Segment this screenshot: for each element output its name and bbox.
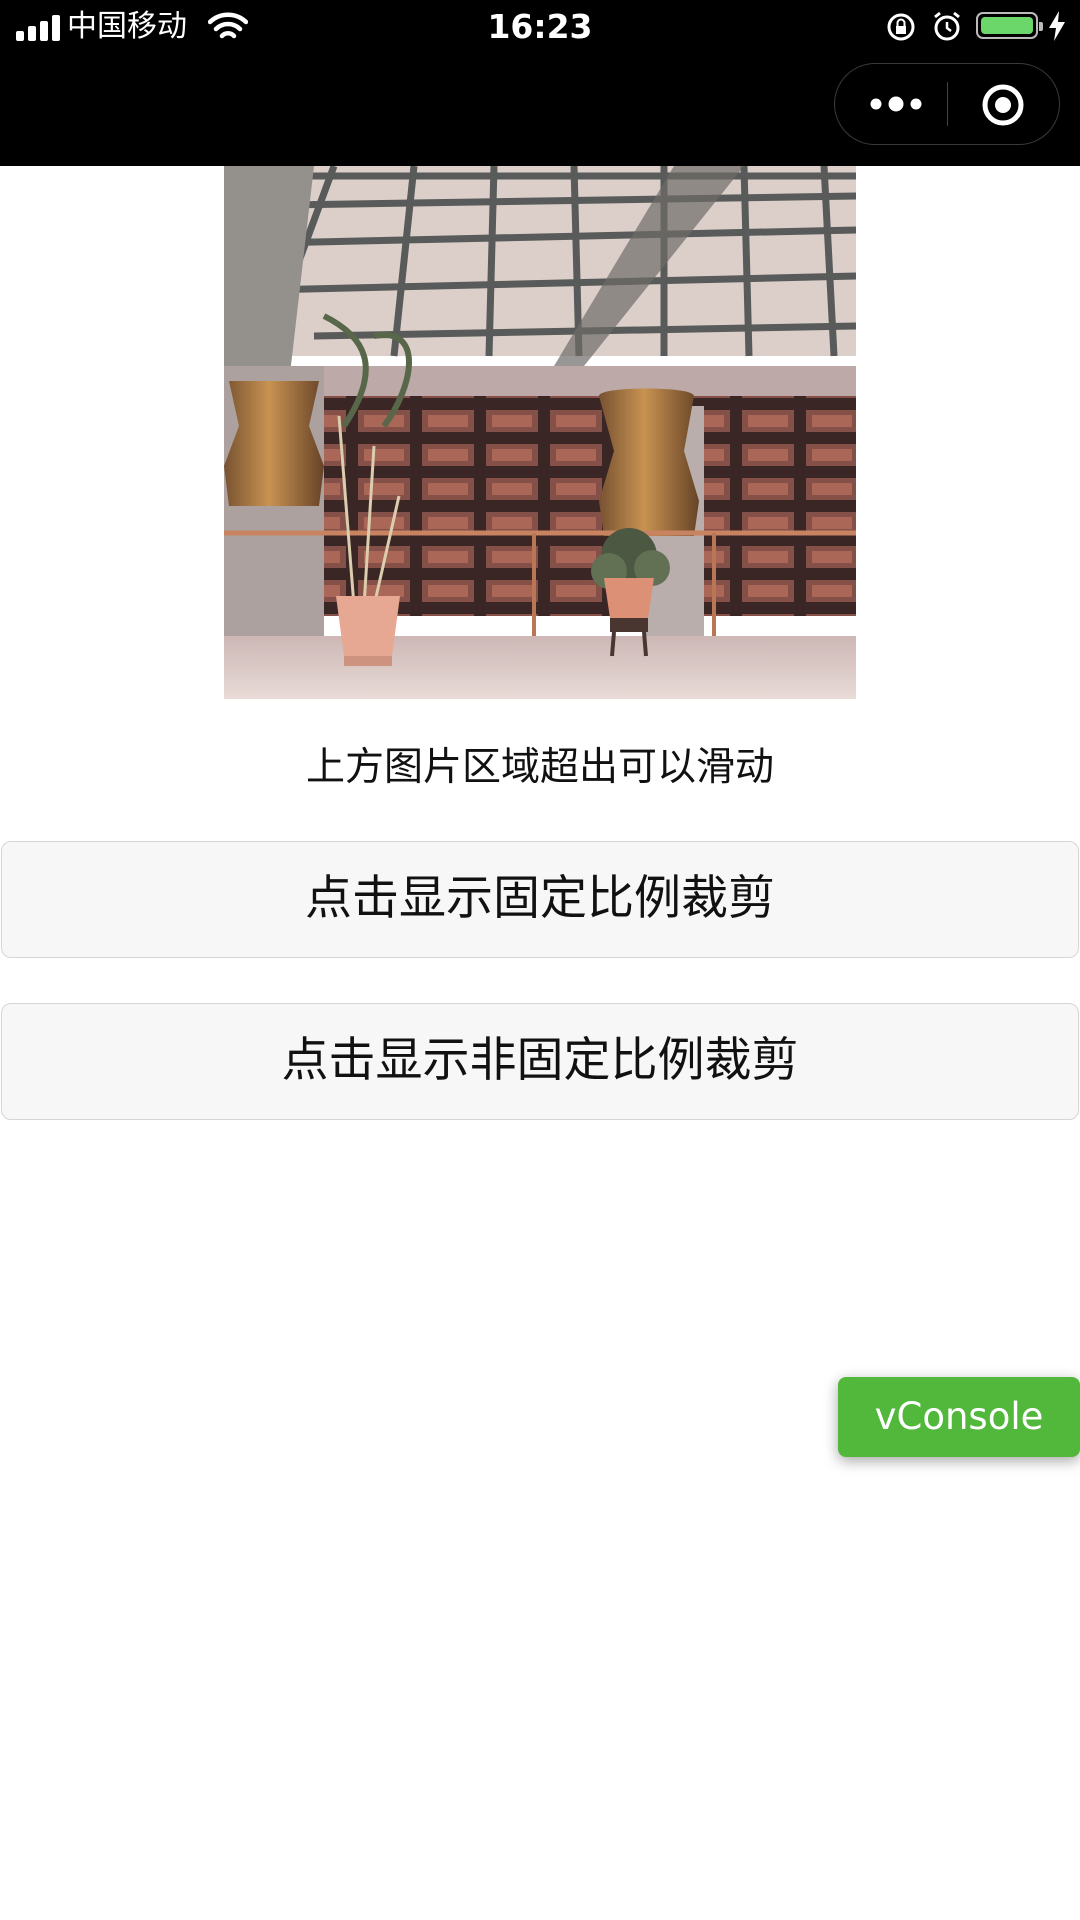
- vconsole-button[interactable]: vConsole: [838, 1377, 1080, 1457]
- rotation-lock-icon: [887, 13, 915, 41]
- target-icon[interactable]: [981, 83, 1025, 127]
- capsule-divider: [947, 82, 948, 126]
- status-bar: 中国移动 16:23: [0, 0, 1080, 166]
- photo-image: [224, 166, 856, 699]
- more-icon[interactable]: [868, 90, 924, 118]
- charging-bolt-icon: [1049, 11, 1065, 41]
- alarm-icon: [934, 11, 960, 41]
- battery-icon: [976, 12, 1043, 39]
- mini-program-capsule: [834, 63, 1060, 145]
- scroll-hint-text: 上方图片区域超出可以滑动: [305, 745, 774, 790]
- scrollable-image[interactable]: [224, 166, 856, 699]
- fixed-ratio-crop-button[interactable]: 点击显示固定比例裁剪: [1, 841, 1079, 958]
- clock: 16:23: [487, 7, 593, 46]
- free-ratio-crop-button[interactable]: 点击显示非固定比例裁剪: [1, 1003, 1079, 1120]
